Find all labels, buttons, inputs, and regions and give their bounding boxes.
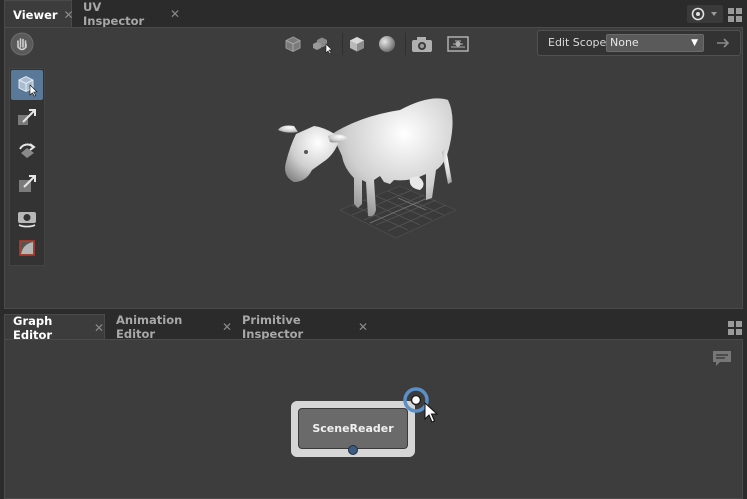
cube-solid-icon[interactable] xyxy=(346,34,368,54)
mouse-cursor-icon xyxy=(424,401,439,424)
translate-tool-icon xyxy=(18,109,36,125)
layout-grid-icon[interactable] xyxy=(728,7,742,22)
view-mode-dropdown[interactable] xyxy=(687,5,723,23)
hand-icon[interactable] xyxy=(10,32,34,56)
tab-animation-editor[interactable]: Animation Editor ✕ xyxy=(108,313,232,341)
tab-viewer[interactable]: Viewer ✕ xyxy=(4,0,74,28)
crop-tool-icon xyxy=(19,240,35,256)
close-icon[interactable]: ✕ xyxy=(358,320,368,334)
select-tool-button[interactable] xyxy=(11,70,43,100)
select-tool-icon xyxy=(18,75,38,97)
arrow-right-icon[interactable] xyxy=(714,35,732,51)
camera-icon[interactable] xyxy=(411,34,433,54)
tab-uv-inspector[interactable]: UV Inspector ✕ xyxy=(76,0,180,28)
sphere-icon[interactable] xyxy=(376,34,398,54)
close-icon[interactable]: ✕ xyxy=(94,321,104,335)
camera-tool-icon xyxy=(18,212,36,228)
rotate-tool-icon xyxy=(19,143,36,158)
translate-tool-button[interactable] xyxy=(11,103,43,133)
tab-label: Animation Editor xyxy=(116,313,183,341)
grid-camera-icon[interactable] xyxy=(447,34,469,54)
edit-scope-select[interactable]: None ▼ xyxy=(606,34,704,52)
close-icon[interactable]: ✕ xyxy=(64,8,74,22)
tab-label: Viewer xyxy=(13,7,58,22)
bottom-tab-bar: Graph Editor ✕ Animation Editor ✕ Primit… xyxy=(0,313,747,342)
node-label: SceneReader xyxy=(298,408,408,449)
output-plug[interactable] xyxy=(348,445,358,455)
chevron-down-icon: ▼ xyxy=(691,38,698,48)
toolbar-separator xyxy=(405,33,406,55)
rotate-tool-button[interactable] xyxy=(11,136,43,166)
camera-tool-button[interactable] xyxy=(11,202,43,232)
viewport-3d[interactable] xyxy=(270,86,470,246)
edit-scope-label: Edit Scope xyxy=(548,36,607,49)
scale-tool-icon xyxy=(19,175,36,192)
crop-tool-button[interactable] xyxy=(11,233,43,263)
tab-label: UV Inspector xyxy=(83,0,145,28)
tab-primitive-inspector[interactable]: Primitive Inspector ✕ xyxy=(234,313,368,341)
tool-strip xyxy=(9,68,45,266)
close-icon[interactable]: ✕ xyxy=(170,7,180,21)
tab-label: Primitive Inspector xyxy=(242,313,304,341)
edit-scope-value: None xyxy=(610,36,639,49)
edit-scope-widget: Edit Scope None ▼ xyxy=(537,30,741,56)
layout-grid-icon[interactable] xyxy=(728,320,742,335)
toolbar-separator xyxy=(342,33,343,55)
comment-icon[interactable] xyxy=(712,350,732,368)
cube-wire-icon[interactable] xyxy=(282,34,304,54)
close-icon[interactable]: ✕ xyxy=(222,320,232,334)
tab-label: Graph Editor xyxy=(13,313,53,342)
cow-model xyxy=(278,98,453,217)
top-tab-bar: Viewer ✕ UV Inspector ✕ xyxy=(0,0,747,28)
target-icon xyxy=(691,7,717,21)
scene-reader-node[interactable]: SceneReader xyxy=(291,401,415,457)
tab-graph-editor[interactable]: Graph Editor ✕ xyxy=(4,313,105,342)
scale-tool-button[interactable] xyxy=(11,169,43,199)
cube-select-icon[interactable] xyxy=(311,34,333,54)
